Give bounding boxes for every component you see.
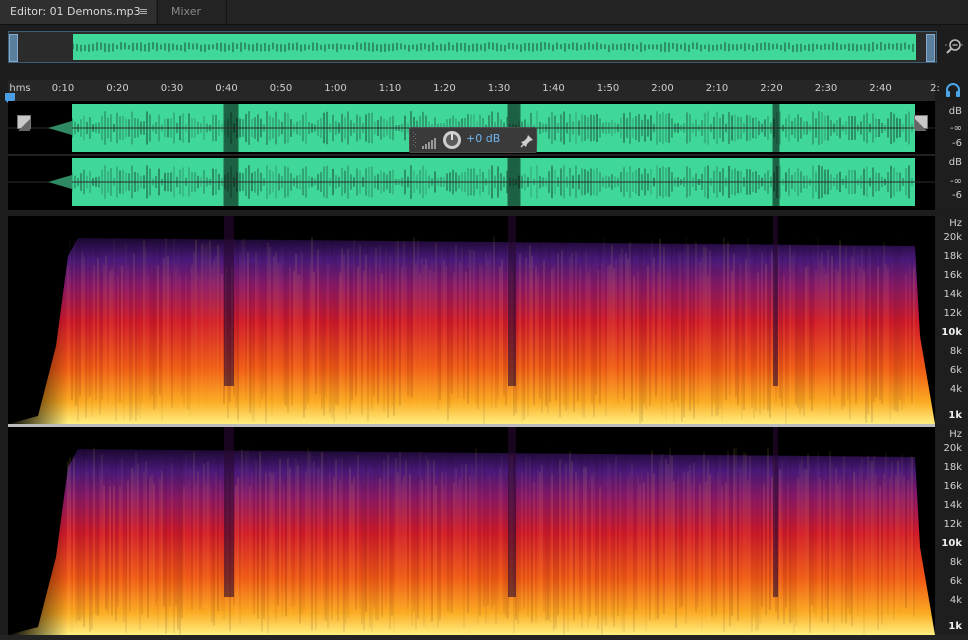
tab-menu-icon[interactable]: ≡ <box>139 0 148 24</box>
db-scale: dB -∞ -6 dB -∞ -6 <box>936 101 968 210</box>
hz-label: 16k <box>943 481 962 492</box>
hz-label: 18k <box>943 251 962 262</box>
hz-label: 16k <box>943 270 962 281</box>
hz-label: 12k <box>943 519 962 530</box>
ruler-tick-label: 1:00 <box>324 83 347 94</box>
ruler-tick-label: 0:50 <box>269 83 293 94</box>
waveform-display[interactable] <box>8 101 935 210</box>
db-label-neg-inf: -∞ <box>950 123 962 134</box>
fade-out-handle[interactable] <box>914 115 928 131</box>
overview-navigator[interactable] <box>8 31 937 63</box>
db-label-neg6: -6 <box>952 138 962 149</box>
level-meter-icon <box>422 134 438 149</box>
frequency-scale-right: Hz 20k 18k 16k 14k 12k 10k 8k 6k 4k 1k <box>936 427 968 635</box>
hz-label: 8k <box>949 557 962 568</box>
tab-bar: Editor: 01 Demons.mp3 ≡ Mixer <box>0 0 968 25</box>
hz-label: 4k <box>949 384 962 395</box>
hz-label: Hz <box>949 429 962 440</box>
overview-waveform <box>9 32 936 62</box>
panel-resize-grip[interactable] <box>496 209 520 223</box>
volume-knob-icon[interactable] <box>442 130 462 150</box>
fade-in-handle[interactable] <box>17 115 31 131</box>
hz-label: Hz <box>949 218 962 229</box>
hz-label: 6k <box>949 365 962 376</box>
time-ruler[interactable]: hms 0:10 0:20 0:30 0:40 0:50 1:00 1:10 1:20 1:30… <box>8 80 940 102</box>
ruler-tick-label: 0:30 <box>160 83 184 94</box>
hz-label: 8k <box>949 346 962 357</box>
ruler-tick-label: 0:40 <box>215 83 238 94</box>
tab-mixer[interactable]: Mixer <box>157 0 227 24</box>
ruler-tick-label: 2:10 <box>705 83 729 94</box>
ruler-tick-label: 2:30 <box>814 83 838 94</box>
tab-editor-label: Editor: 01 Demons.mp3 <box>10 5 141 18</box>
overview-right-handle[interactable] <box>926 34 935 62</box>
hz-label: 12k <box>943 308 962 319</box>
frequency-scale-left: Hz 20k 18k 16k 14k 12k 10k 8k 6k 4k 1k <box>936 216 968 424</box>
hz-label: 20k <box>943 232 962 243</box>
hz-label: 14k <box>943 289 962 300</box>
db-unit-label: dB <box>948 157 962 168</box>
db-unit-label: dB <box>948 106 962 117</box>
db-label-neg6: -6 <box>952 190 962 201</box>
ruler-tick-label: 1:20 <box>433 83 456 94</box>
ruler-tick-label: 1:50 <box>596 83 620 94</box>
ruler-tick-label: 2: <box>930 83 940 94</box>
hz-label: 6k <box>949 576 962 587</box>
spectral-display-left[interactable] <box>8 216 935 424</box>
hz-label: 4k <box>949 595 962 606</box>
ruler-tick-label: 2:40 <box>869 83 892 94</box>
ruler-tick-label: 2:20 <box>760 83 783 94</box>
hz-label: 10k <box>941 327 962 338</box>
hz-label: 1k <box>948 410 962 421</box>
volume-hud[interactable]: +0 dB <box>409 127 537 153</box>
volume-value[interactable]: +0 dB <box>466 132 500 145</box>
hz-label: 14k <box>943 500 962 511</box>
db-label-neg-inf: -∞ <box>950 176 962 187</box>
ruler-tick-label: 1:10 <box>378 83 402 94</box>
ruler-tick-label: 1:30 <box>487 83 511 94</box>
hz-label: 10k <box>941 538 962 549</box>
headphone-icon[interactable] <box>945 82 961 98</box>
tab-editor[interactable]: Editor: 01 Demons.mp3 ≡ <box>0 0 156 24</box>
hz-label: 18k <box>943 462 962 473</box>
ruler-tick-label: 1:40 <box>542 83 565 94</box>
hz-label: 1k <box>948 621 962 632</box>
tab-mixer-label: Mixer <box>171 5 202 18</box>
hz-label: 20k <box>943 443 962 454</box>
hud-grip-icon[interactable] <box>413 132 417 148</box>
overview-left-handle[interactable] <box>9 34 18 62</box>
spectral-display-right[interactable] <box>8 427 935 635</box>
ruler-tick-label: 0:20 <box>106 83 129 94</box>
ruler-tick-label: 0:10 <box>51 83 75 94</box>
pin-icon[interactable] <box>520 133 534 148</box>
bottom-bar <box>0 635 968 640</box>
ruler-tick-label: 2:00 <box>651 83 674 94</box>
zoom-magnifier-icon[interactable] <box>944 37 964 57</box>
